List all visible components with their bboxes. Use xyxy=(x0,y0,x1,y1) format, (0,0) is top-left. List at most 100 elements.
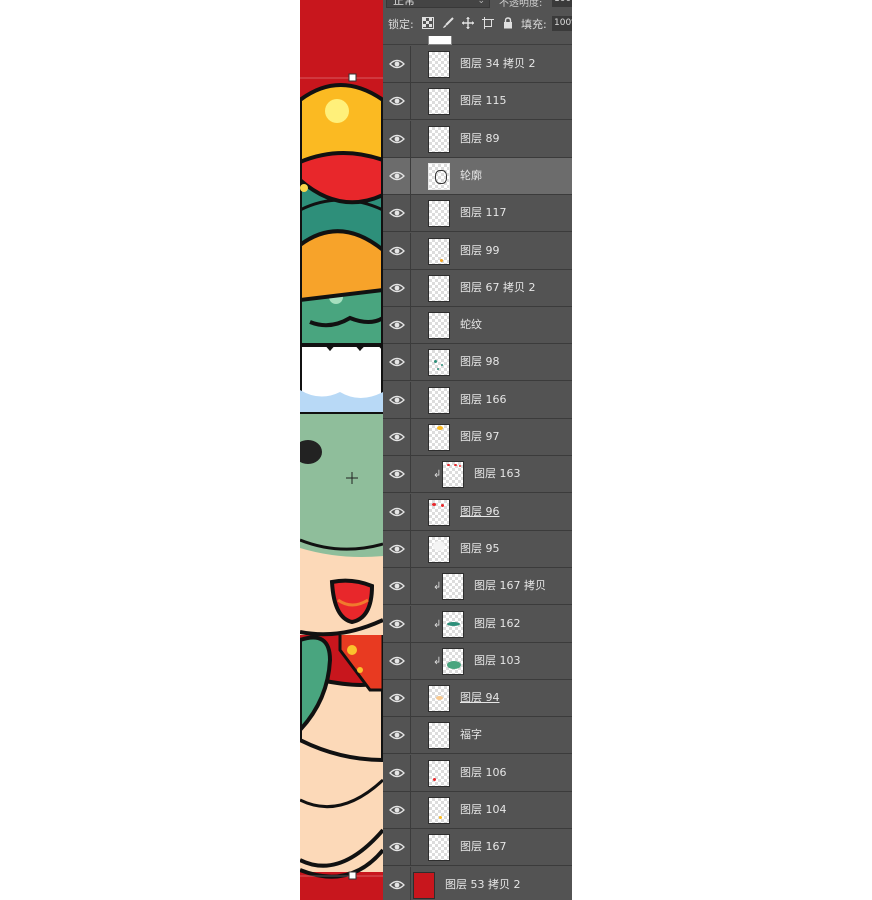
visibility-eye-icon[interactable] xyxy=(389,654,405,668)
layer-name[interactable]: 图层 98 xyxy=(460,355,500,369)
layer-row[interactable]: 图层 115 xyxy=(383,83,572,121)
layer-name[interactable]: 图层 167 拷贝 xyxy=(474,579,546,593)
layer-thumbnail[interactable] xyxy=(428,200,450,228)
document-canvas[interactable] xyxy=(300,0,383,900)
lock-all-icon[interactable] xyxy=(501,17,515,31)
layer-name[interactable]: 图层 117 xyxy=(460,206,507,220)
layer-thumbnail[interactable] xyxy=(442,461,464,489)
layer-row[interactable]: 图层 89 xyxy=(383,120,572,158)
layer-name[interactable]: 图层 96 xyxy=(460,505,500,519)
visibility-eye-icon[interactable] xyxy=(389,244,405,258)
visibility-eye-icon[interactable] xyxy=(389,281,405,295)
layer-name[interactable]: 图层 162 xyxy=(474,617,521,631)
layer-name[interactable]: 图层 166 xyxy=(460,393,507,407)
layer-thumbnail[interactable] xyxy=(428,125,450,153)
layer-name[interactable]: 图层 163 xyxy=(474,467,521,481)
blend-mode-dropdown[interactable]: 正常 ⌄ xyxy=(386,0,490,8)
visibility-eye-icon[interactable] xyxy=(389,878,405,892)
layer-thumbnail[interactable] xyxy=(428,88,450,116)
visibility-eye-icon[interactable] xyxy=(389,691,405,705)
layer-name[interactable]: 图层 104 xyxy=(460,803,507,817)
lock-image-pixels-icon[interactable] xyxy=(441,17,455,31)
layer-row[interactable]: 图层 166 xyxy=(383,381,572,419)
layer-row[interactable]: ↲ 图层 167 拷贝 xyxy=(383,568,572,606)
layer-name[interactable]: 蛇纹 xyxy=(460,318,482,332)
visibility-eye-icon[interactable] xyxy=(389,467,405,481)
layer-row[interactable]: 图层 98 xyxy=(383,344,572,382)
layer-name[interactable]: 图层 94 xyxy=(460,691,500,705)
layer-name[interactable]: 图层 167 xyxy=(460,840,507,854)
layer-thumbnail[interactable] xyxy=(442,610,464,638)
visibility-eye-icon[interactable] xyxy=(389,57,405,71)
layer-row[interactable]: 图层 34 拷贝 2 xyxy=(383,46,572,83)
layer-thumbnail[interactable] xyxy=(428,498,450,526)
fill-input[interactable]: 100% xyxy=(552,16,572,31)
layer-row[interactable]: 轮廓 xyxy=(383,157,572,195)
visibility-eye-icon[interactable] xyxy=(389,728,405,742)
visibility-eye-icon[interactable] xyxy=(389,579,405,593)
lock-position-icon[interactable] xyxy=(461,17,475,31)
layer-thumbnail[interactable] xyxy=(428,386,450,414)
visibility-eye-icon[interactable] xyxy=(389,132,405,146)
layer-row[interactable]: 图层 99 xyxy=(383,232,572,270)
layer-thumbnail[interactable] xyxy=(428,424,450,451)
layer-name[interactable]: 图层 99 xyxy=(460,244,500,258)
layer-row[interactable]: ↲ 图层 163 xyxy=(383,456,572,494)
layer-name[interactable]: 轮廓 xyxy=(460,169,482,183)
layer-row[interactable]: 图层 53 拷贝 2 xyxy=(383,866,572,900)
layer-row[interactable]: 图层 97 xyxy=(383,419,572,456)
layer-name[interactable]: 图层 95 xyxy=(460,542,500,556)
visibility-eye-icon[interactable] xyxy=(389,803,405,817)
layer-name[interactable]: 图层 34 拷贝 2 xyxy=(460,57,536,71)
layer-row[interactable]: 图层 95 xyxy=(383,530,572,568)
layer-name[interactable]: 图层 67 拷贝 2 xyxy=(460,281,536,295)
layer-thumbnail[interactable] xyxy=(428,162,450,190)
visibility-eye-icon[interactable] xyxy=(389,766,405,780)
visibility-eye-icon[interactable] xyxy=(389,355,405,369)
layer-thumbnail[interactable] xyxy=(413,871,435,899)
visibility-eye-icon[interactable] xyxy=(389,393,405,407)
layer-thumbnail[interactable] xyxy=(428,349,450,377)
layer-thumbnail[interactable] xyxy=(428,685,450,713)
layer-row[interactable]: 福字 xyxy=(383,717,572,755)
layer-thumbnail[interactable] xyxy=(428,535,450,563)
layer-row[interactable]: 图层 117 xyxy=(383,195,572,233)
layer-row[interactable]: 图层 106 xyxy=(383,754,572,792)
layer-row[interactable]: 图层 167 xyxy=(383,829,572,867)
layer-name[interactable]: 福字 xyxy=(460,728,482,742)
layer-thumbnail[interactable] xyxy=(428,759,450,787)
lock-artboard-icon[interactable] xyxy=(481,17,495,31)
layer-row[interactable]: 图层 104 xyxy=(383,792,572,829)
visibility-eye-icon[interactable] xyxy=(389,94,405,108)
layer-thumbnail[interactable] xyxy=(428,312,450,340)
layer-thumbnail[interactable] xyxy=(428,834,450,862)
layer-thumbnail[interactable] xyxy=(428,51,450,78)
visibility-eye-icon[interactable] xyxy=(389,542,405,556)
layer-thumbnail[interactable] xyxy=(442,573,464,601)
layer-row[interactable]: 图层 67 拷贝 2 xyxy=(383,269,572,307)
layer-row[interactable]: ↲ 图层 162 xyxy=(383,605,572,643)
visibility-eye-icon[interactable] xyxy=(389,169,405,183)
visibility-eye-icon[interactable] xyxy=(389,840,405,854)
visibility-eye-icon[interactable] xyxy=(389,505,405,519)
layer-name[interactable]: 图层 97 xyxy=(460,430,500,444)
layer-thumbnail[interactable] xyxy=(428,722,450,750)
layer-row[interactable]: 图层 96 xyxy=(383,493,572,531)
layer-row[interactable]: 蛇纹 xyxy=(383,307,572,345)
layer-name[interactable]: 图层 103 xyxy=(474,654,521,668)
visibility-eye-icon[interactable] xyxy=(389,617,405,631)
visibility-eye-icon[interactable] xyxy=(389,206,405,220)
layer-thumbnail[interactable] xyxy=(428,797,450,824)
layer-name[interactable]: 图层 53 拷贝 2 xyxy=(445,878,521,892)
layer-row[interactable]: ↲ 图层 103 xyxy=(383,642,572,680)
layer-thumbnail[interactable] xyxy=(442,647,464,675)
visibility-eye-icon[interactable] xyxy=(389,318,405,332)
visibility-eye-icon[interactable] xyxy=(389,430,405,444)
lock-transparent-pixels-icon[interactable] xyxy=(421,17,435,31)
layer-name[interactable]: 图层 115 xyxy=(460,94,507,108)
layer-thumbnail[interactable] xyxy=(428,237,450,265)
layer-name[interactable]: 图层 106 xyxy=(460,766,507,780)
layer-thumbnail[interactable] xyxy=(428,274,450,302)
layer-name[interactable]: 图层 89 xyxy=(460,132,500,146)
layer-row[interactable]: 图层 94 xyxy=(383,680,572,718)
